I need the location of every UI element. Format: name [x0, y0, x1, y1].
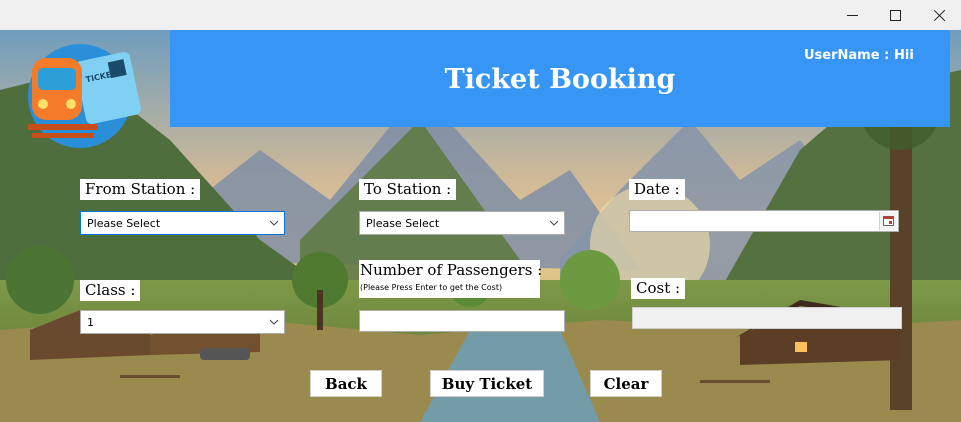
username-value: Hii — [894, 48, 914, 63]
to-station-value: Please Select — [366, 217, 440, 230]
clear-button[interactable]: Clear — [590, 370, 662, 397]
minimize-icon — [846, 14, 858, 16]
to-station-label: To Station : — [359, 179, 457, 200]
train-ticket-logo: TICKET — [28, 44, 141, 148]
passengers-label-box: Number of Passengers : (Please Press Ent… — [359, 260, 543, 298]
buy-ticket-button[interactable]: Buy Ticket — [430, 370, 544, 397]
cost-label: Cost : — [631, 278, 686, 299]
minimize-button[interactable] — [830, 0, 874, 30]
maximize-icon — [889, 9, 901, 21]
to-station-select[interactable]: Please Select — [359, 211, 565, 235]
header-bar: Ticket Booking UserName : Hii — [170, 30, 950, 127]
username-label: UserName : — [804, 48, 890, 63]
class-value: 1 — [87, 316, 94, 329]
passengers-input[interactable] — [359, 310, 565, 332]
maximize-button[interactable] — [873, 0, 917, 30]
form-area: TICKET Ticket Booking UserName : Hii Fro… — [0, 30, 961, 422]
title-bar — [0, 0, 961, 30]
passengers-hint: (Please Press Enter to get the Cost) — [360, 283, 503, 292]
calendar-icon — [883, 216, 894, 226]
date-label: Date : — [629, 179, 685, 200]
passengers-label: Number of Passengers : — [360, 261, 543, 279]
close-button[interactable] — [917, 0, 961, 30]
from-station-label: From Station : — [80, 179, 201, 200]
from-station-value: Please Select — [87, 217, 161, 230]
back-button[interactable]: Back — [310, 370, 382, 397]
date-picker[interactable] — [629, 210, 899, 232]
chevron-down-icon — [270, 220, 278, 226]
class-select[interactable]: 1 — [80, 310, 285, 334]
close-icon — [933, 9, 946, 22]
from-station-select[interactable]: Please Select — [80, 211, 285, 235]
calendar-button[interactable] — [879, 212, 897, 230]
cost-field — [632, 307, 902, 329]
page-title: Ticket Booking — [444, 64, 676, 95]
chevron-down-icon — [270, 319, 278, 325]
class-label: Class : — [80, 280, 141, 301]
app-window: TICKET Ticket Booking UserName : Hii Fro… — [0, 0, 961, 422]
chevron-down-icon — [550, 220, 558, 226]
